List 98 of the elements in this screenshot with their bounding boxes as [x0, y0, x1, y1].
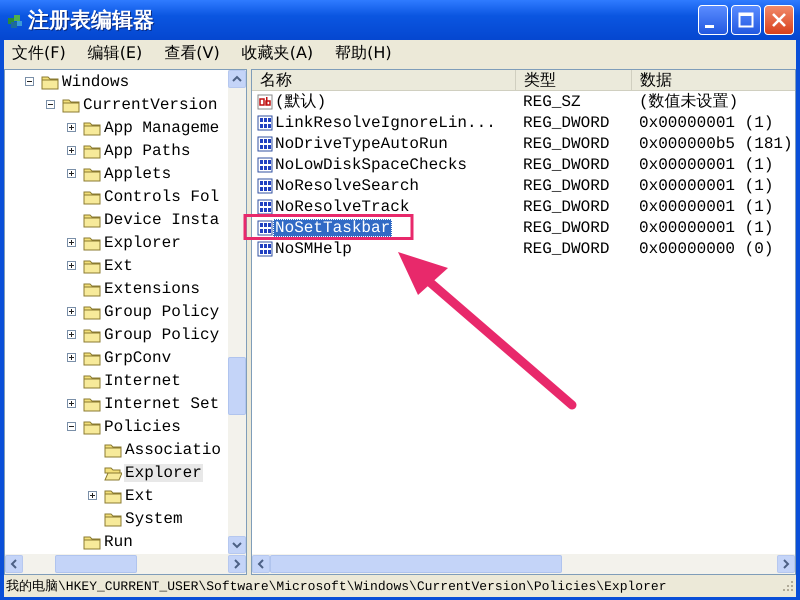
collapse-icon[interactable]: [67, 422, 76, 431]
binary-value-icon: [257, 198, 273, 214]
tree-item[interactable]: Device Insta: [103, 210, 220, 228]
table-cell-text: 0x00000001 (1): [638, 114, 774, 132]
expand-icon[interactable]: [67, 146, 76, 155]
maximize-button[interactable]: [731, 5, 761, 35]
scroll-down-button[interactable]: [228, 536, 246, 554]
column-header[interactable]: 名称: [252, 70, 516, 90]
string-value-icon: [257, 94, 273, 110]
expand-icon[interactable]: [67, 123, 76, 132]
tree-item[interactable]: Run: [103, 532, 134, 550]
expand-icon[interactable]: [67, 169, 76, 178]
table-cell-text: REG_DWORD: [522, 176, 610, 194]
tree-item[interactable]: Applets: [103, 164, 172, 182]
menu-item[interactable]: 文件(F): [12, 43, 66, 64]
table-cell-text: 0x00000000 (0): [638, 240, 774, 258]
tree-item[interactable]: Windows: [61, 72, 130, 90]
tree-item[interactable]: Group Policy: [103, 326, 220, 344]
expand-icon[interactable]: [67, 330, 76, 339]
table-cell-text: REG_DWORD: [522, 134, 610, 152]
binary-value-icon: [257, 156, 273, 172]
scroll-left-button[interactable]: [5, 555, 23, 573]
value-name[interactable]: LinkResolveIgnoreLin...: [273, 114, 498, 132]
scroll-left-button[interactable]: [252, 555, 270, 573]
value-name[interactable]: NoLowDiskSpaceChecks: [273, 156, 470, 174]
value-name[interactable]: NoSMHelp: [273, 240, 354, 258]
table-cell-text: 0x00000001 (1): [638, 218, 774, 236]
resize-grip-icon: [782, 580, 794, 592]
menu-item[interactable]: 编辑(E): [88, 43, 142, 64]
close-icon: [771, 12, 787, 28]
value-name[interactable]: (默认): [273, 91, 328, 112]
chevron-left-icon: [10, 559, 18, 569]
tree-item[interactable]: Ext: [103, 256, 134, 274]
binary-value-icon: [257, 220, 273, 236]
tree-item[interactable]: App Paths: [103, 142, 192, 160]
tree-item[interactable]: System: [124, 510, 184, 528]
table-cell-text: REG_DWORD: [522, 114, 610, 132]
tree-item[interactable]: Explorer: [103, 234, 182, 252]
tree-item[interactable]: App Manageme: [103, 118, 220, 136]
expand-icon[interactable]: [67, 238, 76, 247]
value-name[interactable]: NoDriveTypeAutoRun: [273, 134, 450, 152]
expand-icon[interactable]: [67, 353, 76, 362]
tree-item[interactable]: Policies: [103, 418, 182, 436]
binary-value-icon: [257, 178, 273, 194]
tree-item[interactable]: Extensions: [103, 280, 202, 298]
tree-item[interactable]: CurrentVersion: [82, 96, 218, 114]
column-header[interactable]: 类型: [516, 70, 632, 90]
tree-item[interactable]: Explorer: [124, 464, 203, 482]
tree-item[interactable]: Associatio: [124, 440, 222, 458]
table-cell-text: REG_DWORD: [522, 240, 610, 258]
menu-item[interactable]: 查看(V): [164, 43, 220, 64]
table-cell-text: 0x00000001 (1): [638, 156, 774, 174]
scroll-up-button[interactable]: [228, 70, 246, 88]
tree-item[interactable]: Ext: [124, 486, 155, 504]
binary-value-icon: [257, 136, 273, 152]
close-button[interactable]: [764, 5, 794, 35]
table-cell-text: 0x00000001 (1): [638, 198, 774, 216]
binary-value-icon: [257, 240, 273, 256]
expand-icon[interactable]: [88, 491, 97, 500]
scrollbar-thumb[interactable]: [228, 356, 246, 415]
collapse-icon[interactable]: [46, 100, 55, 109]
table-cell-text: REG_DWORD: [522, 156, 610, 174]
table-cell-text: 0x00000001 (1): [638, 176, 774, 194]
status-path: 我的电脑\HKEY_CURRENT_USER\Software\Microsoft\Windows\CurrentVersion\Policies\Explorer: [6, 578, 668, 595]
expand-icon[interactable]: [67, 399, 76, 408]
maximize-icon: [738, 12, 754, 28]
tree-item[interactable]: Group Policy: [103, 302, 220, 320]
table-cell-text: REG_SZ: [522, 92, 582, 110]
window-title: 注册表编辑器: [28, 7, 155, 34]
scroll-right-button[interactable]: [228, 555, 246, 573]
value-name[interactable]: NoSetTaskbar: [273, 218, 392, 236]
minimize-button[interactable]: [698, 5, 728, 35]
menu-item[interactable]: 帮助(H): [335, 43, 392, 64]
table-cell-text: REG_DWORD: [522, 198, 610, 216]
column-header[interactable]: 数据: [632, 70, 795, 90]
table-cell-text: (数值未设置): [638, 92, 740, 112]
tree-item[interactable]: GrpConv: [103, 348, 172, 366]
chevron-up-icon: [232, 75, 242, 83]
expand-icon[interactable]: [67, 307, 76, 316]
table-cell-text: 0x000000b5 (181): [638, 134, 794, 152]
menu-item[interactable]: 收藏夹(A): [242, 43, 314, 64]
binary-value-icon: [257, 114, 273, 130]
scrollbar-thumb[interactable]: [270, 555, 562, 573]
scrollbar-thumb[interactable]: [55, 555, 137, 573]
tree-item[interactable]: Controls Fol: [103, 188, 220, 206]
value-name[interactable]: NoResolveTrack: [273, 198, 412, 216]
tree-item[interactable]: Internet: [103, 372, 182, 390]
chevron-left-icon: [257, 559, 265, 569]
scroll-right-button[interactable]: [777, 555, 795, 573]
expand-icon[interactable]: [67, 261, 76, 270]
value-name[interactable]: NoResolveSearch: [273, 176, 422, 194]
chevron-right-icon: [782, 559, 790, 569]
chevron-down-icon: [232, 541, 242, 549]
chevron-right-icon: [233, 559, 241, 569]
minimize-icon: [704, 24, 714, 28]
collapse-icon[interactable]: [25, 77, 34, 86]
table-cell-text: REG_DWORD: [522, 218, 610, 236]
tree-item[interactable]: Internet Set: [103, 394, 220, 412]
